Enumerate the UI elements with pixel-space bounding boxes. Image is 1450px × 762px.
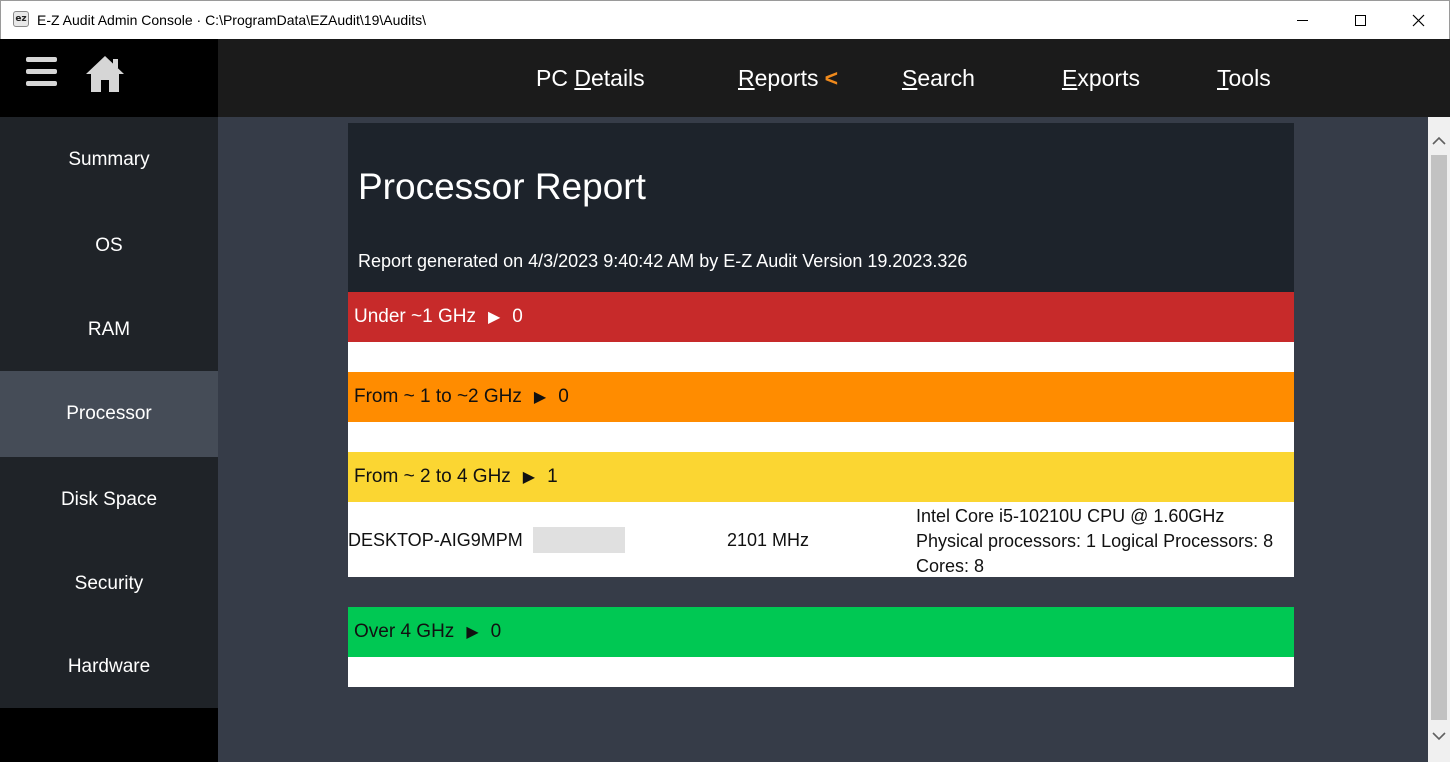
cpu-description: Intel Core i5-10210U CPU @ 1.60GHz Physi… [916, 504, 1273, 579]
sidebar: Summary OS RAM Processor Disk Space Secu… [0, 117, 218, 762]
tab-exports[interactable]: Exports [1062, 39, 1140, 117]
cpu-speed: 2101 MHz [727, 530, 810, 550]
chevron-left-icon: < [824, 64, 838, 91]
home-icon[interactable] [84, 53, 126, 95]
sidebar-item-label: Hardware [67, 656, 151, 677]
sidebar-footer [0, 708, 218, 762]
minimize-icon [1296, 19, 1308, 21]
sidebar-item-summary[interactable]: Summary [0, 117, 218, 203]
report-header: Processor Report Report generated on 4/3… [348, 123, 1294, 292]
group-label: Under ~1 GHz [354, 306, 476, 327]
page-title: Processor Report [358, 166, 646, 207]
app-icon: ez [13, 11, 29, 27]
tab-pc-details[interactable]: PC Details [536, 39, 645, 117]
sidebar-item-os[interactable]: OS [0, 203, 218, 289]
tab-label: Search [902, 64, 975, 91]
group-count: 1 [547, 466, 558, 487]
group-label: From ~ 1 to ~2 GHz [354, 386, 522, 407]
pc-name: DESKTOP-AIG9MPM [348, 530, 523, 550]
main-content: Processor Report Report generated on 4/3… [218, 117, 1428, 762]
cpu-processors: Physical processors: 1 Logical Processor… [916, 531, 1274, 551]
vertical-scrollbar[interactable] [1428, 117, 1450, 762]
chevron-down-icon [1432, 731, 1446, 740]
scroll-down-button[interactable] [1428, 723, 1450, 749]
scroll-thumb[interactable] [1431, 155, 1447, 720]
cpu-model: Intel Core i5-10210U CPU @ 1.60GHz [916, 506, 1225, 526]
hamburger-menu-icon[interactable] [26, 57, 58, 93]
scroll-up-button[interactable] [1428, 127, 1450, 153]
title-bar: ez E-Z Audit Admin Console · C:\ProgramD… [0, 0, 1450, 39]
group-body [348, 657, 1294, 687]
sidebar-item-security[interactable]: Security [0, 541, 218, 627]
sidebar-item-label: Processor [66, 403, 152, 424]
play-arrow-icon: ▶ [522, 469, 536, 486]
group-gap [348, 577, 1294, 607]
sidebar-item-label: Summary [68, 149, 150, 170]
play-arrow-icon: ▶ [466, 624, 479, 641]
top-left-panel [0, 39, 218, 117]
group-body [348, 422, 1294, 452]
sidebar-item-label: Disk Space [60, 489, 158, 510]
group-over-4ghz[interactable]: Over 4 GHz ▶ 0 [348, 607, 1294, 657]
group-count: 0 [490, 621, 502, 642]
group-label: Over 4 GHz [354, 621, 455, 642]
maximize-icon [1354, 14, 1366, 26]
group-count: 0 [512, 306, 523, 327]
table-row[interactable]: DESKTOP-AIG9MPM 2101 MHz Intel Core i5-1… [348, 502, 1294, 577]
tab-reports[interactable]: Reports < [738, 39, 838, 117]
play-arrow-icon: ▶ [533, 389, 547, 406]
sidebar-item-hardware[interactable]: Hardware [0, 624, 218, 710]
sidebar-item-disk-space[interactable]: Disk Space [0, 457, 218, 543]
window-title: E-Z Audit Admin Console · C:\ProgramData… [37, 12, 427, 28]
group-label: From ~ 2 to 4 GHz [354, 466, 511, 487]
redacted-field [533, 527, 625, 553]
top-nav-bar: PC Details Reports < Search Exports Tool… [0, 39, 1450, 117]
group-1-to-2ghz[interactable]: From ~ 1 to ~2 GHz ▶ 0 [348, 372, 1294, 422]
tab-label: Exports [1062, 64, 1140, 91]
close-icon [1412, 14, 1424, 26]
group-count: 0 [558, 386, 569, 407]
group-body [348, 342, 1294, 372]
tab-search[interactable]: Search [902, 39, 975, 117]
maximize-button[interactable] [1331, 1, 1389, 39]
play-arrow-icon: ▶ [487, 309, 501, 326]
tab-tools[interactable]: Tools [1217, 39, 1271, 117]
group-2-to-4ghz[interactable]: From ~ 2 to 4 GHz ▶ 1 [348, 452, 1294, 502]
group-under-1ghz[interactable]: Under ~1 GHz ▶ 0 [348, 292, 1294, 342]
tab-label: Tools [1217, 64, 1271, 91]
sidebar-item-label: OS [95, 235, 123, 256]
sidebar-item-processor[interactable]: Processor [0, 371, 218, 457]
report-generated-text: Report generated on 4/3/2023 9:40:42 AM … [358, 251, 968, 271]
tab-label: Reports [738, 64, 819, 91]
sidebar-item-label: RAM [87, 319, 131, 340]
processor-report: Processor Report Report generated on 4/3… [348, 123, 1294, 687]
chevron-up-icon [1432, 136, 1446, 145]
sidebar-item-ram[interactable]: RAM [0, 287, 218, 373]
close-button[interactable] [1389, 1, 1447, 39]
tab-label: PC Details [536, 64, 645, 91]
cpu-cores: Cores: 8 [916, 556, 985, 576]
minimize-button[interactable] [1273, 1, 1331, 39]
sidebar-item-label: Security [74, 573, 144, 594]
